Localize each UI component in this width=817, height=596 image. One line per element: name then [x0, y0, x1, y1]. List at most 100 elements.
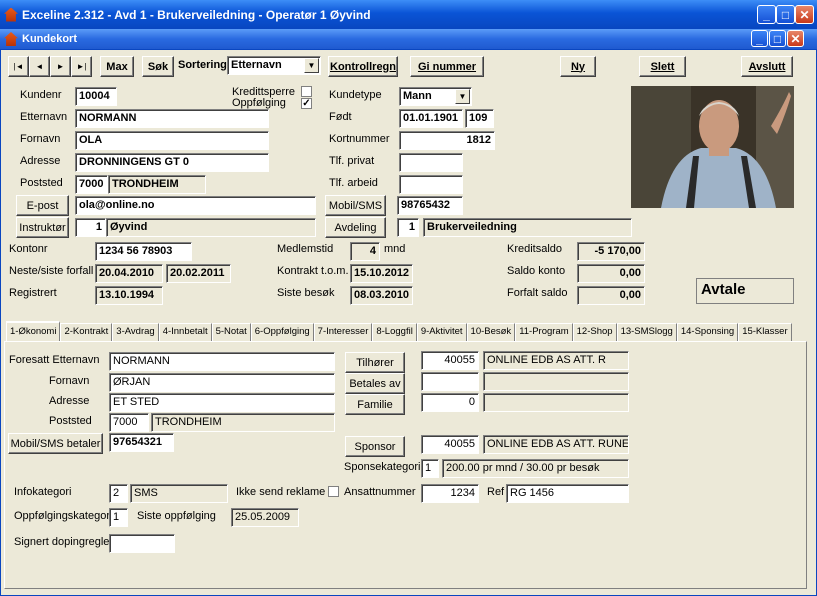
close-icon[interactable]: ✕: [795, 5, 814, 24]
postnr-field[interactable]: 7000: [75, 175, 108, 194]
delete-button[interactable]: Slett: [639, 56, 686, 77]
tab-8[interactable]: 8-Loggfil: [372, 323, 417, 341]
besok-label: Siste besøk: [277, 287, 335, 299]
dopingregler-field[interactable]: [109, 534, 175, 553]
fodt-label: Født: [329, 111, 352, 123]
app-title: Exceline 2.312 - Avd 1 - Brukerveilednin…: [22, 7, 371, 22]
sponsekategori-field: 200.00 pr mnd / 30.00 pr besøk: [442, 459, 629, 478]
sort-select[interactable]: Etternavn ▼: [227, 56, 321, 75]
ansattnr-field[interactable]: 1234: [421, 484, 479, 503]
epost-field[interactable]: ola@online.no: [75, 196, 316, 215]
infokategori-nr-field[interactable]: 2: [109, 484, 128, 503]
tab-9[interactable]: 9-Aktivitet: [416, 323, 467, 341]
kontrollregn-button[interactable]: Kontrollregn: [328, 56, 398, 77]
first-record-button[interactable]: |◄: [8, 56, 29, 77]
tab-10[interactable]: 10-Besøk: [466, 323, 516, 341]
tab-12[interactable]: 12-Shop: [572, 323, 617, 341]
maximize-icon[interactable]: □: [776, 5, 795, 24]
mobil-field[interactable]: 98765432: [397, 196, 463, 215]
tab-15[interactable]: 15-Klasser: [738, 323, 792, 341]
tab-11[interactable]: 11-Program: [515, 323, 573, 341]
foresatt-postnr-field[interactable]: 7000: [109, 413, 149, 432]
gi-nummer-button[interactable]: Gi nummer: [410, 56, 484, 77]
avdeling-button[interactable]: Avdeling: [325, 217, 386, 238]
betales-field: [483, 372, 629, 391]
kontonr-field[interactable]: 1234 56 78903: [95, 242, 192, 261]
sponsor-field: ONLINE EDB AS ATT. RUNE: [483, 435, 629, 454]
ansattnr-label: Ansattnummer: [344, 486, 416, 498]
infokategori-field: SMS: [130, 484, 228, 503]
sort-value: Etternavn: [231, 59, 282, 71]
siste-oppfolging-label: Siste oppfølging: [137, 510, 216, 522]
instruktor-button[interactable]: Instruktør: [16, 217, 69, 238]
familie-button[interactable]: Familie: [345, 394, 405, 415]
kredittsperre-checkbox[interactable]: [301, 86, 312, 97]
exit-button[interactable]: Avslutt: [741, 56, 793, 77]
reklame-label: Ikke send reklame: [236, 486, 326, 498]
tab-2[interactable]: 2-Kontrakt: [60, 323, 113, 341]
tab-strip: 1-Økonomi 2-Kontrakt 3-Avdrag 4-Innbetalt 5-…: [6, 321, 792, 341]
prev-record-button[interactable]: ◄: [29, 56, 50, 77]
child-maximize-icon[interactable]: □: [769, 30, 786, 47]
sponsor-nr-field[interactable]: 40055: [421, 435, 479, 454]
tab-13[interactable]: 13-SMSlogg: [616, 323, 677, 341]
kortnummer-field[interactable]: 1812: [399, 131, 495, 150]
besok-field: 08.03.2010: [350, 286, 413, 305]
kundenr-label: Kundenr: [20, 89, 62, 101]
etternavn-label: Etternavn: [20, 111, 68, 123]
tab-6[interactable]: 6-Oppfølging: [250, 323, 314, 341]
tilhorer-button[interactable]: Tilhører: [345, 352, 405, 373]
next-record-button[interactable]: ►: [50, 56, 71, 77]
mobil-sms-betaler-button[interactable]: Mobil/SMS betaler: [8, 433, 103, 454]
child-close-icon[interactable]: ✕: [787, 30, 804, 47]
avtale-badge[interactable]: Avtale: [696, 278, 794, 304]
avdeling-field: Brukerveiledning: [423, 218, 632, 237]
tlf-privat-field[interactable]: [399, 153, 463, 172]
ref-field[interactable]: RG 1456: [506, 484, 629, 503]
last-record-button[interactable]: ►|: [71, 56, 92, 77]
tab-3[interactable]: 3-Avdrag: [112, 323, 159, 341]
instruktor-nr-field[interactable]: 1: [75, 218, 106, 237]
etternavn-field[interactable]: NORMANN: [75, 109, 269, 128]
fornavn-field[interactable]: OLA: [75, 131, 269, 150]
minimize-icon[interactable]: _: [757, 5, 776, 24]
search-button[interactable]: Søk: [142, 56, 174, 77]
foresatt-etternavn-field[interactable]: NORMANN: [109, 352, 335, 371]
reklame-checkbox[interactable]: [328, 486, 339, 497]
foresatt-adresse-field[interactable]: ET STED: [109, 393, 335, 412]
avdeling-nr-field[interactable]: 1: [397, 218, 419, 237]
betales-av-button[interactable]: Betales av: [345, 373, 405, 394]
infokategori-label: Infokategori: [14, 486, 72, 498]
max-button[interactable]: Max: [100, 56, 134, 77]
tab-4[interactable]: 4-Innbetalt: [158, 323, 212, 341]
tab-14[interactable]: 14-Sponsing: [676, 323, 739, 341]
poststed-label: Poststed: [20, 177, 63, 189]
mobil-betaler-field[interactable]: 97654321: [109, 433, 174, 452]
oppfolging-checkbox[interactable]: ✓: [301, 98, 312, 109]
sponsor-button[interactable]: Sponsor: [345, 436, 405, 457]
tab-7[interactable]: 7-Interesser: [313, 323, 373, 341]
tlf-arbeid-field[interactable]: [399, 175, 463, 194]
fodt-field[interactable]: 01.01.1901: [399, 109, 463, 128]
familie-nr-field[interactable]: 0: [421, 393, 479, 412]
foresatt-fornavn-field[interactable]: ØRJAN: [109, 373, 335, 392]
instruktor-field: Øyvind: [106, 218, 316, 237]
kundetype-select[interactable]: Mann ▼: [399, 87, 472, 106]
tilhorer-nr-field[interactable]: 40055: [421, 351, 479, 370]
betales-nr-field[interactable]: [421, 372, 479, 391]
child-minimize-icon[interactable]: _: [751, 30, 768, 47]
sponsekategori-nr-field[interactable]: 1: [421, 459, 439, 478]
adresse-field[interactable]: DRONNINGENS GT 0: [75, 153, 269, 172]
tab-5[interactable]: 5-Notat: [211, 323, 251, 341]
mobil-sms-button[interactable]: Mobil/SMS: [325, 195, 386, 216]
epost-button[interactable]: E-post: [16, 195, 69, 216]
foresatt-poststed-field: TRONDHEIM: [151, 413, 335, 432]
child-house-icon: [4, 32, 18, 46]
tilhorer-field: ONLINE EDB AS ATT. R: [483, 351, 629, 370]
kundenr-field[interactable]: 10004: [75, 87, 117, 106]
saldo-field: 0,00: [577, 264, 645, 283]
oppfolgingskat-field[interactable]: 1: [109, 508, 128, 527]
tab-1[interactable]: 1-Økonomi: [6, 321, 61, 341]
new-button[interactable]: Ny: [560, 56, 596, 77]
registrert-label: Registrert: [9, 287, 57, 299]
